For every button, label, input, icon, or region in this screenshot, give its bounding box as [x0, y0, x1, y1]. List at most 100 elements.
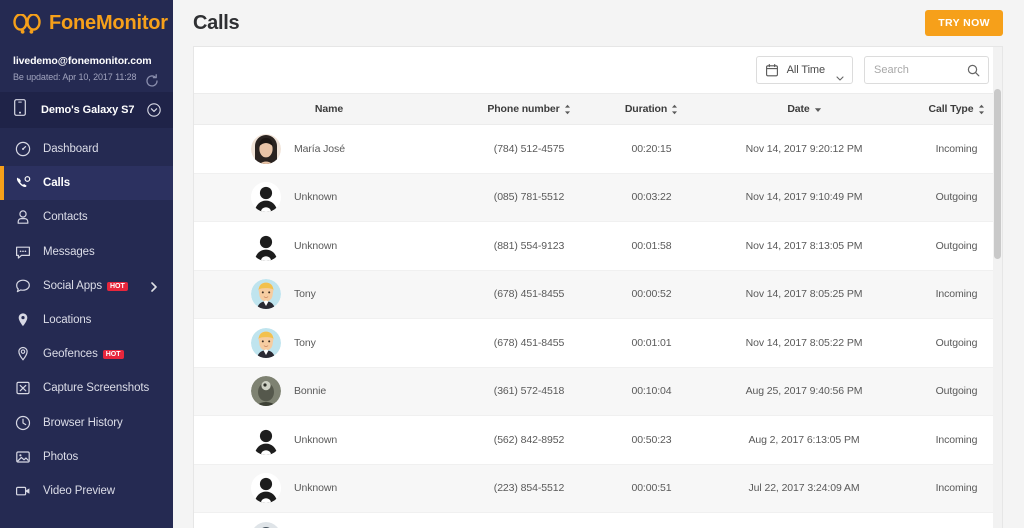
- sidebar-item-browser-history[interactable]: Browser History: [0, 406, 173, 440]
- cell-call-type: Incoming: [899, 464, 1002, 513]
- sidebar-item-locations[interactable]: Locations: [0, 303, 173, 337]
- contact-name: Unknown: [294, 482, 338, 495]
- table-row[interactable]: Tony (678) 451-8455 00:01:01 Nov 14, 201…: [194, 318, 1002, 368]
- sidebar-item-dashboard[interactable]: Dashboard: [0, 132, 173, 166]
- cell-phone: (678) 451-8455: [464, 318, 594, 368]
- table-body: María José (784) 512-4575 00:20:15 Nov 1…: [194, 124, 1002, 528]
- cell-name: Tony: [194, 318, 464, 368]
- avatar: [251, 230, 281, 261]
- cell-call-type: Outgoing: [899, 221, 1002, 271]
- cell-name: Unknown: [194, 221, 464, 271]
- device-selector[interactable]: Demo's Galaxy S7: [0, 92, 173, 128]
- table-scrollbar-track[interactable]: [993, 47, 1002, 528]
- cell-date: Nov 14, 2017 9:10:49 PM: [709, 173, 899, 222]
- chat-bubble-icon: [14, 277, 31, 294]
- contact-name: Unknown: [294, 191, 338, 204]
- avatar: [251, 376, 281, 407]
- photo-image-icon: [14, 448, 31, 465]
- sidebar-item-social-apps[interactable]: Social Apps HOT: [0, 269, 173, 303]
- chevron-right-icon[interactable]: [149, 280, 159, 292]
- sidebar-item-contacts[interactable]: Contacts: [0, 200, 173, 234]
- contacts-person-icon: [14, 209, 31, 226]
- contact-name: Unknown: [294, 239, 338, 252]
- search-icon[interactable]: [967, 64, 980, 77]
- sort-both-icon: [671, 104, 678, 115]
- cell-duration: [594, 512, 709, 528]
- cell-date: Nov 14, 2017 9:20:12 PM: [709, 124, 899, 174]
- table-row[interactable]: Unknown (562) 842-8952 00:50:23 Aug 2, 2…: [194, 415, 1002, 465]
- column-header-duration[interactable]: Duration: [594, 93, 709, 125]
- cell-duration: 00:03:22: [594, 173, 709, 222]
- try-now-button[interactable]: TRY NOW: [925, 10, 1003, 36]
- cell-date: Nov 14, 2017 8:05:25 PM: [709, 270, 899, 319]
- calls-panel: All Time Name: [193, 46, 1003, 528]
- contact-name: Tony: [294, 336, 316, 349]
- phone-call-icon: [14, 175, 31, 192]
- cell-call-type: Incoming: [899, 124, 1002, 174]
- sidebar-item-label: Messages: [43, 245, 95, 258]
- column-header-call-type[interactable]: Call Type: [899, 93, 1002, 125]
- table-row[interactable]: [194, 512, 1002, 528]
- device-name: Demo's Galaxy S7: [41, 104, 135, 116]
- sidebar: FoneMonitor livedemo@fonemonitor.com Be …: [0, 0, 173, 528]
- table-header-row: Name Phone number Duration Date Call Typ…: [194, 93, 1002, 125]
- table-header: Name Phone number Duration Date Call Typ…: [194, 93, 1002, 125]
- refresh-icon[interactable]: [145, 74, 159, 88]
- table-row[interactable]: María José (784) 512-4575 00:20:15 Nov 1…: [194, 124, 1002, 174]
- column-header-name[interactable]: Name: [194, 93, 464, 125]
- chevron-down-circle-icon[interactable]: [147, 103, 161, 117]
- avatar: [251, 521, 281, 528]
- table-row[interactable]: Unknown (881) 554-9123 00:01:58 Nov 14, …: [194, 221, 1002, 271]
- sidebar-item-label: Social Apps HOT: [43, 280, 128, 292]
- avatar: [251, 327, 281, 358]
- brand-name: FoneMonitor: [49, 12, 168, 34]
- table-row[interactable]: Tony (678) 451-8455 00:00:52 Nov 14, 201…: [194, 270, 1002, 319]
- sort-both-icon: [564, 104, 571, 115]
- cell-call-type: Outgoing: [899, 173, 1002, 222]
- sidebar-item-video-preview[interactable]: Video Preview: [0, 474, 173, 508]
- sidebar-item-label: Photos: [43, 450, 79, 463]
- cell-phone: (562) 842-8952: [464, 415, 594, 465]
- cell-date: Nov 14, 2017 8:13:05 PM: [709, 221, 899, 271]
- cell-phone: (881) 554-9123: [464, 221, 594, 271]
- sidebar-item-capture-screenshots[interactable]: Capture Screenshots: [0, 371, 173, 405]
- table-scrollbar-thumb[interactable]: [994, 89, 1001, 259]
- account-updated-text: Be updated: Apr 10, 2017 11:28: [13, 72, 137, 82]
- brand[interactable]: FoneMonitor: [0, 0, 173, 47]
- cell-duration: 00:01:01: [594, 318, 709, 368]
- table-row[interactable]: Unknown (223) 854-5512 00:00:51 Jul 22, …: [194, 464, 1002, 513]
- cell-phone: (678) 451-8455: [464, 270, 594, 319]
- search-box[interactable]: [864, 56, 989, 84]
- cell-phone: [464, 512, 594, 528]
- column-header-date[interactable]: Date: [709, 93, 899, 125]
- column-header-phone-number[interactable]: Phone number: [464, 93, 594, 125]
- cell-name: Bonnie: [194, 367, 464, 416]
- avatar: [251, 424, 281, 455]
- message-bubble-icon: [14, 243, 31, 260]
- map-pin-icon: [14, 312, 31, 329]
- cell-name: [194, 512, 464, 528]
- video-camera-icon: [14, 482, 31, 499]
- table-row[interactable]: Bonnie (361) 572-4518 00:10:04 Aug 25, 2…: [194, 367, 1002, 416]
- avatar: [251, 182, 281, 213]
- cell-phone: (223) 854-5512: [464, 464, 594, 513]
- cell-date: Nov 14, 2017 8:05:22 PM: [709, 318, 899, 368]
- sort-desc-icon: [814, 104, 821, 115]
- cell-phone: (361) 572-4518: [464, 367, 594, 416]
- sidebar-item-messages[interactable]: Messages: [0, 235, 173, 269]
- cell-name: Unknown: [194, 173, 464, 222]
- sidebar-item-photos[interactable]: Photos: [0, 440, 173, 474]
- cell-duration: 00:01:58: [594, 221, 709, 271]
- contact-name: Bonnie: [294, 385, 327, 398]
- hot-badge: HOT: [102, 350, 124, 360]
- date-filter-label: All Time: [786, 64, 825, 76]
- chevron-down-icon: [836, 68, 844, 81]
- date-filter-dropdown[interactable]: All Time: [755, 56, 853, 84]
- sidebar-item-label: Contacts: [43, 211, 88, 224]
- sidebar-item-calls[interactable]: Calls: [0, 166, 173, 201]
- search-input[interactable]: [874, 64, 967, 76]
- cell-call-type: Outgoing: [899, 367, 1002, 416]
- sidebar-item-label: Capture Screenshots: [43, 382, 150, 395]
- sidebar-item-geofences[interactable]: Geofences HOT: [0, 337, 173, 371]
- table-row[interactable]: Unknown (085) 781-5512 00:03:22 Nov 14, …: [194, 173, 1002, 222]
